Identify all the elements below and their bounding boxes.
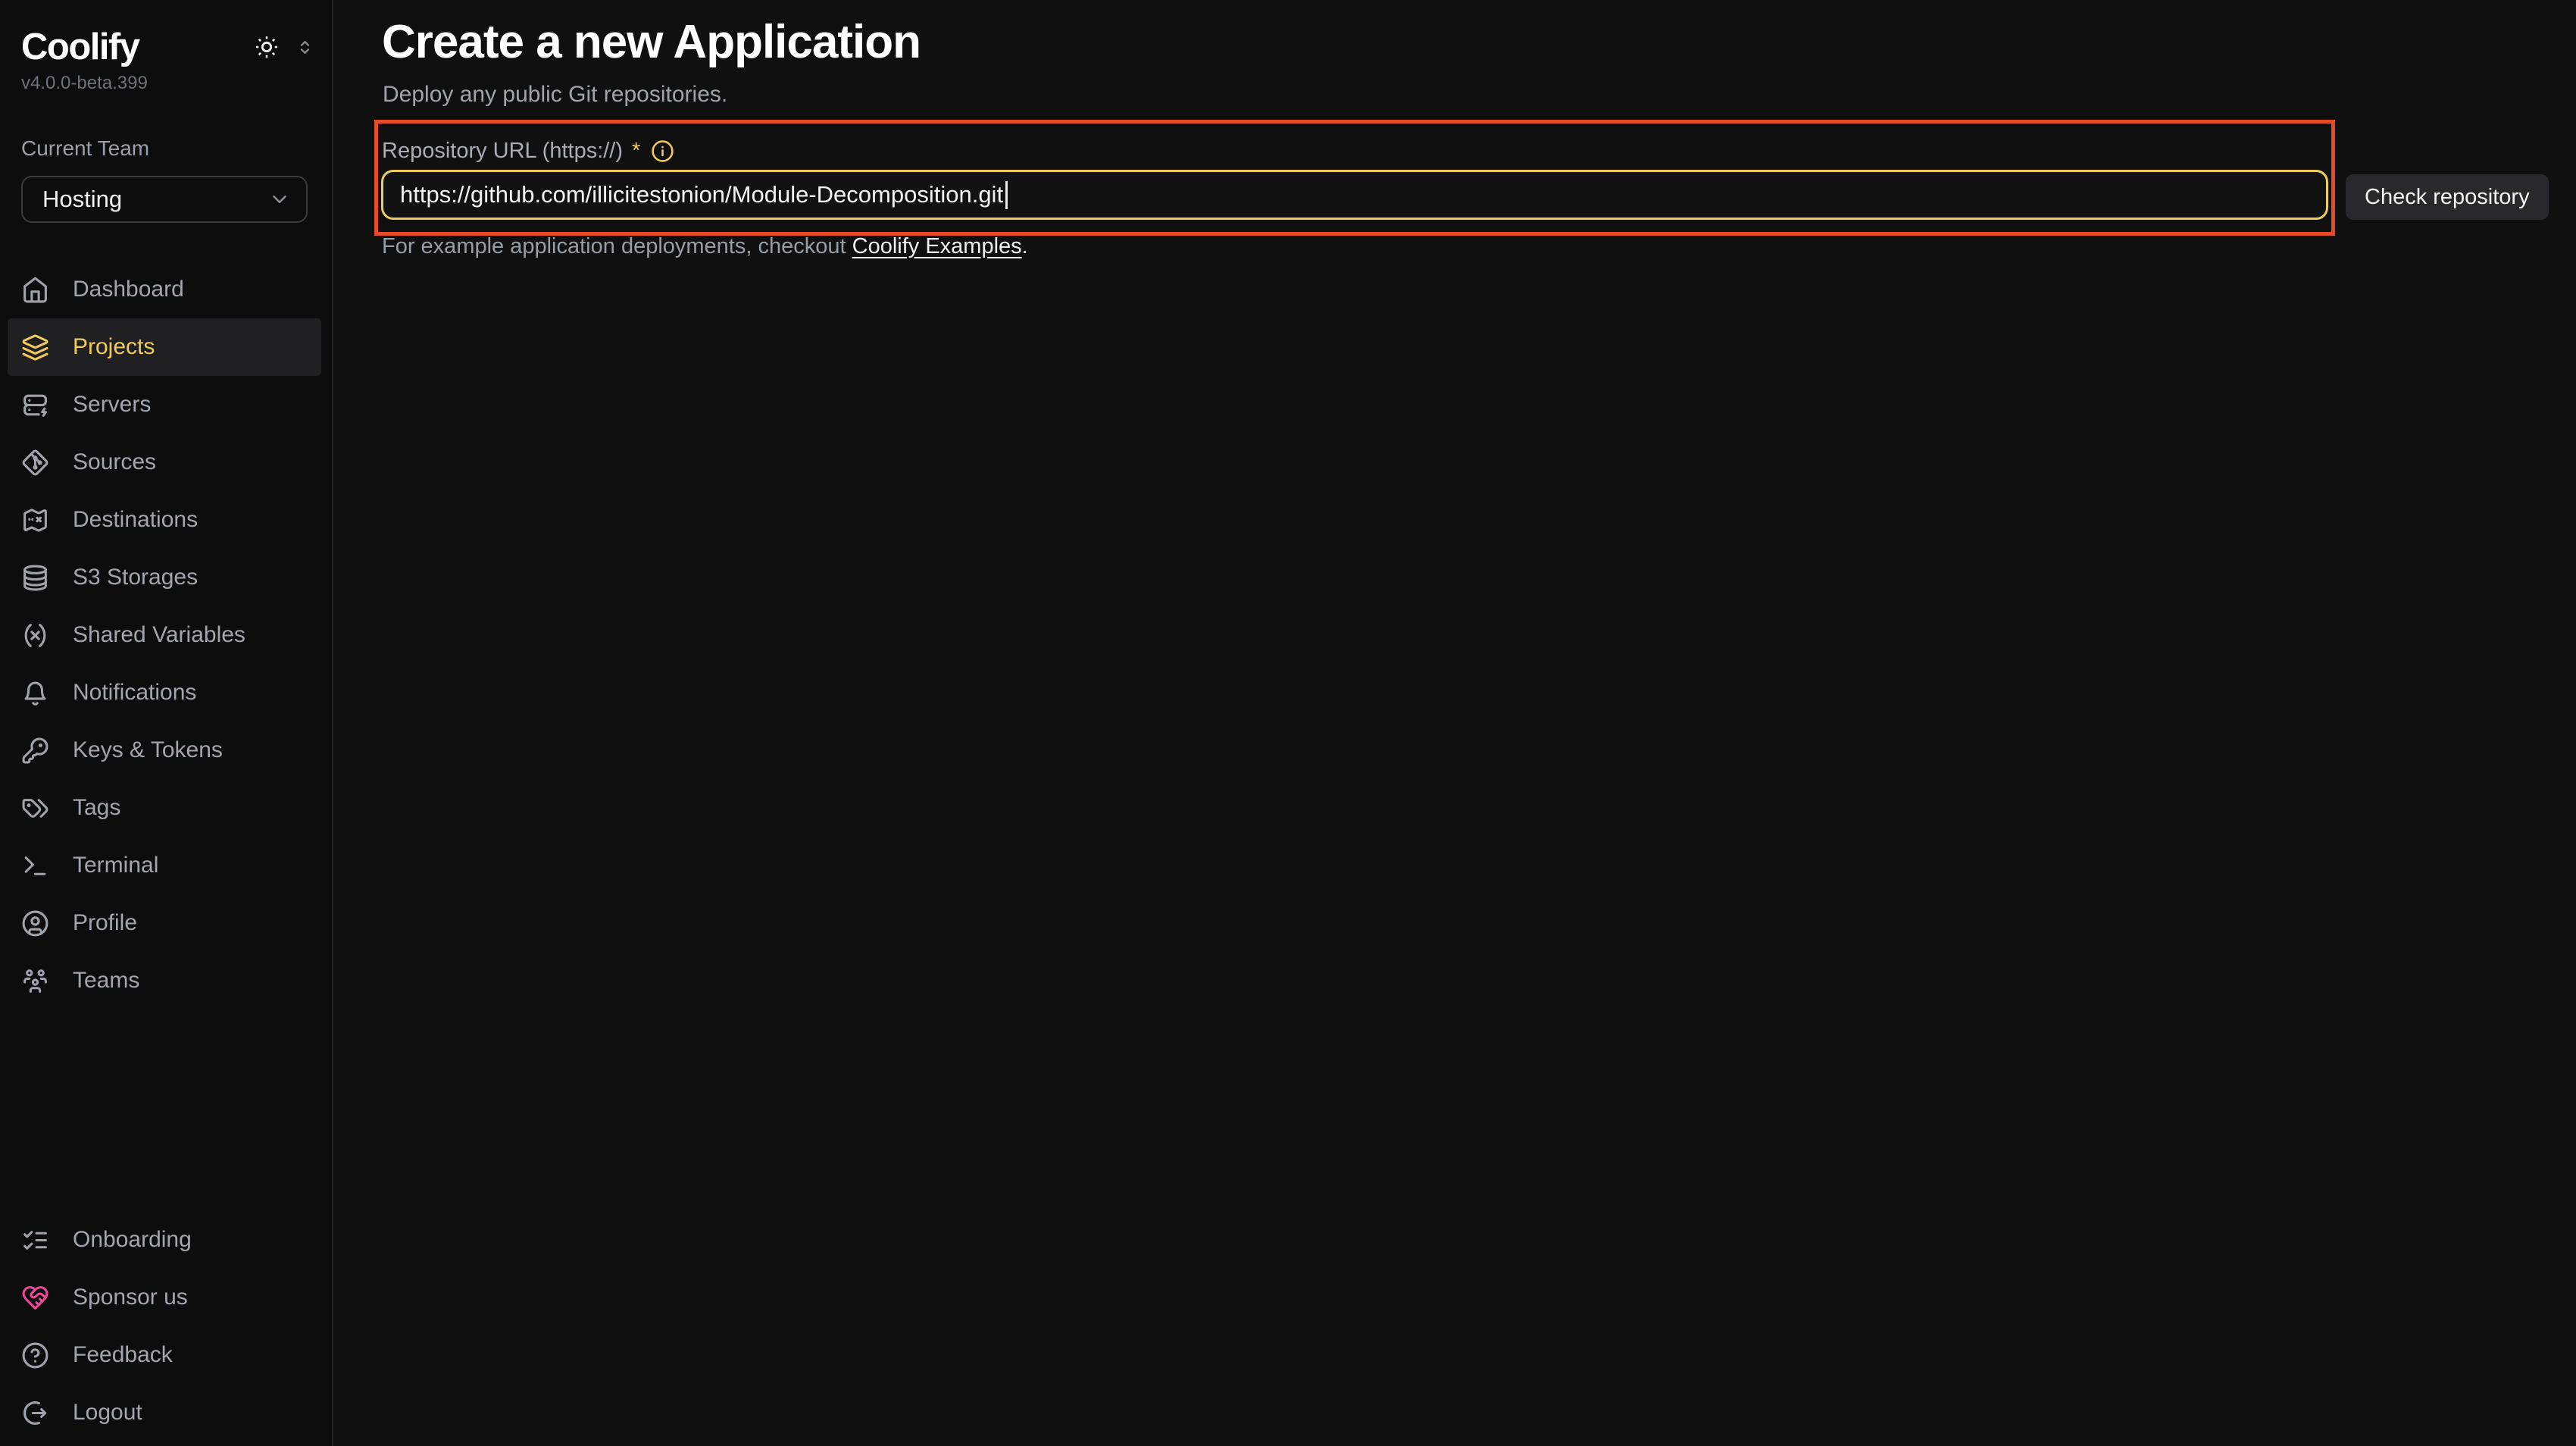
sidebar: Coolify v4.0.0-beta.399 Current Team Hos… [0, 0, 333, 1446]
sidebar-item-label: Terminal [73, 853, 158, 878]
sidebar-item-label: Shared Variables [73, 622, 245, 648]
sidebar-header: Coolify [21, 26, 315, 68]
sidebar-item-teams[interactable]: Teams [8, 952, 321, 1009]
sidebar-item-tags[interactable]: Tags [8, 779, 321, 837]
sidebar-item-onboarding[interactable]: Onboarding [8, 1211, 321, 1269]
text-cursor [1005, 181, 1008, 209]
server-bolt-icon [21, 391, 49, 419]
helper-suffix: . [1022, 234, 1028, 258]
sidebar-item-label: Sponsor us [73, 1285, 188, 1310]
sidebar-item-keys-tokens[interactable]: Keys & Tokens [8, 721, 321, 779]
sidebar-item-projects[interactable]: Projects [8, 318, 321, 376]
sidebar-item-label: Notifications [73, 680, 196, 706]
sidebar-item-label: Servers [73, 392, 151, 418]
help-circle-icon [21, 1341, 49, 1369]
helper-prefix: For example application deployments, che… [382, 234, 852, 258]
home-icon [21, 276, 49, 304]
header-controls [254, 34, 315, 60]
sidebar-item-label: Dashboard [73, 277, 184, 302]
required-marker: * [632, 139, 640, 164]
layers-icon [21, 333, 49, 362]
sidebar-item-label: Logout [73, 1400, 142, 1426]
terminal-icon [21, 852, 49, 880]
team-select[interactable]: Hosting [21, 176, 308, 223]
sidebar-item-label: Keys & Tokens [73, 737, 223, 763]
sidebar-item-s3-storages[interactable]: S3 Storages [8, 549, 321, 606]
app-window: Coolify v4.0.0-beta.399 Current Team Hos… [0, 0, 2576, 1446]
variable-icon [21, 621, 49, 649]
sidebar-menu: Dashboard Projects Servers Sources Destinati… [8, 261, 321, 1009]
info-circle-icon[interactable] [651, 139, 674, 163]
sidebar-item-label: Destinations [73, 507, 198, 533]
sidebar-item-label: Onboarding [73, 1227, 192, 1253]
sidebar-item-label: Teams [73, 968, 139, 994]
users-group-icon [21, 967, 49, 995]
key-icon [21, 737, 49, 765]
sidebar-item-label: Tags [73, 795, 120, 821]
list-checks-icon [21, 1226, 49, 1254]
sun-icon [254, 34, 280, 60]
heart-handshake-icon [21, 1284, 49, 1312]
sidebar-item-label: Feedback [73, 1342, 173, 1368]
sidebar-item-notifications[interactable]: Notifications [8, 664, 321, 721]
repository-url-label: Repository URL (https://) [382, 139, 623, 164]
bell-icon [21, 679, 49, 707]
sidebar-footer-menu: Onboarding Sponsor us Feedback Logout [8, 1211, 321, 1443]
sidebar-item-label: Projects [73, 334, 155, 360]
sidebar-item-sources[interactable]: Sources [8, 433, 321, 491]
tags-icon [21, 794, 49, 822]
app-logo: Coolify [21, 26, 139, 68]
helper-text: For example application deployments, che… [382, 232, 1028, 261]
page-title: Create a new Application [382, 15, 921, 70]
main-content: Create a new Application Deploy any publ… [333, 0, 2576, 1446]
user-circle-icon [21, 909, 49, 937]
check-repository-button[interactable]: Check repository [2346, 174, 2549, 220]
chevrons-up-down-icon [295, 37, 315, 58]
chevron-down-icon [268, 188, 291, 211]
theme-switcher-button[interactable] [295, 37, 315, 58]
git-icon [21, 449, 49, 477]
coolify-examples-link[interactable]: Coolify Examples [852, 234, 1022, 258]
sidebar-item-label: Profile [73, 910, 137, 936]
sidebar-item-sponsor-us[interactable]: Sponsor us [8, 1269, 321, 1326]
theme-toggle-button[interactable] [254, 34, 280, 60]
repository-url-label-row: Repository URL (https://) * [382, 136, 674, 165]
repository-url-input[interactable]: https://github.com/illicitestonion/Modul… [381, 170, 2328, 220]
sidebar-item-label: S3 Storages [73, 565, 198, 590]
current-team-label: Current Team [21, 136, 321, 161]
sidebar-item-destinations[interactable]: Destinations [8, 491, 321, 549]
app-version: v4.0.0-beta.399 [21, 73, 321, 94]
sidebar-item-terminal[interactable]: Terminal [8, 837, 321, 894]
sidebar-item-logout[interactable]: Logout [8, 1384, 321, 1441]
sidebar-item-shared-variables[interactable]: Shared Variables [8, 606, 321, 664]
logout-icon [21, 1399, 49, 1427]
sidebar-item-feedback[interactable]: Feedback [8, 1326, 321, 1384]
database-icon [21, 564, 49, 592]
sidebar-item-profile[interactable]: Profile [8, 894, 321, 952]
team-select-value: Hosting [42, 186, 122, 213]
repository-url-value: https://github.com/illicitestonion/Modul… [400, 181, 1003, 208]
sidebar-item-servers[interactable]: Servers [8, 376, 321, 433]
page-subtitle: Deploy any public Git repositories. [383, 80, 727, 109]
sidebar-item-dashboard[interactable]: Dashboard [8, 261, 321, 318]
map-x-icon [21, 506, 49, 534]
sidebar-item-label: Sources [73, 449, 156, 475]
